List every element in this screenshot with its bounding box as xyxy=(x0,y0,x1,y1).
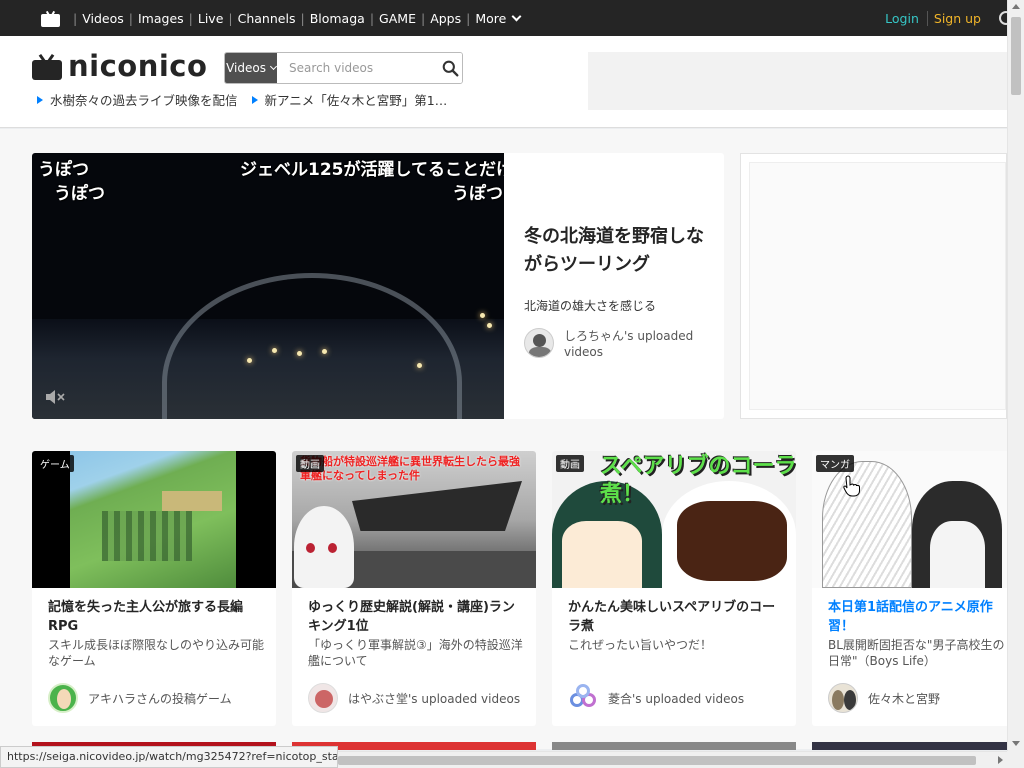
search-bar: Videos xyxy=(224,52,463,84)
card-description: スキル成長ほぼ際限なしのやり込み可能なゲーム xyxy=(48,638,265,668)
notice-text: 水樹奈々の過去ライブ映像を配信 xyxy=(50,93,238,108)
card-uploader[interactable]: 佐々木と宮野 xyxy=(828,683,940,713)
card-uploader[interactable]: アキハラさんの投稿ゲーム xyxy=(48,683,232,713)
notice-text: 新アニメ「佐々木と宮野」第1… xyxy=(264,93,448,108)
content-card[interactable]: マンガ 本日第1話配信のアニメ原作習！ BL展開断固拒否な"男子高校生の日常"（… xyxy=(812,451,1007,726)
notice-list: 水樹奈々の過去ライブ映像を配信 新アニメ「佐々木と宮野」第1… xyxy=(37,90,447,109)
arrow-right-icon xyxy=(251,95,258,104)
global-nav: | Videos | Images | Live | Channels | Bl… xyxy=(0,0,1013,36)
danmaku-comment: うぽつ xyxy=(38,160,89,180)
search-type-label: Videos xyxy=(226,61,266,75)
nav-link-blomaga[interactable]: Blomaga xyxy=(305,11,370,26)
nav-more-menu[interactable]: More xyxy=(470,10,522,26)
category-badge: 動画 xyxy=(296,455,324,472)
thumbnail-caption: 貨物船が特設巡洋艦に異世界転生したら最強軍艦になってしまった件 xyxy=(300,455,520,482)
arrow-right-icon xyxy=(37,95,43,104)
avatar xyxy=(524,328,554,358)
search-input[interactable] xyxy=(277,53,440,83)
site-header: niconico Videos 水樹奈々の過去ライブ映像を配信 新アニメ「佐々木… xyxy=(0,36,1007,128)
category-badge: ゲーム xyxy=(36,455,74,472)
danmaku-comment: ジェベル125が活躍してることだけ xyxy=(240,160,504,180)
scroll-right-icon[interactable] xyxy=(998,756,1003,764)
card-thumbnail[interactable]: ゲーム xyxy=(32,451,276,588)
chevron-down-icon xyxy=(511,11,522,21)
search-icon xyxy=(442,60,459,76)
content-card[interactable]: 貨物船が特設巡洋艦に異世界転生したら最強軍艦になってしまった件 動画 ゆっくり歴… xyxy=(292,451,536,726)
signup-link[interactable]: Sign up xyxy=(926,10,989,26)
hand-cursor-icon xyxy=(843,475,860,497)
featured-description: 北海道の雄大さを感じる xyxy=(524,299,657,313)
niconico-tv-icon[interactable] xyxy=(41,10,61,27)
scrollbar-thumb[interactable] xyxy=(338,756,976,765)
avatar xyxy=(828,683,858,713)
thumbnail-caption: スペアリブのコーラ煮！ xyxy=(600,454,796,507)
nav-link-channels[interactable]: Channels xyxy=(233,11,301,26)
chevron-down-icon xyxy=(269,62,277,71)
card-thumbnail-peek[interactable] xyxy=(552,742,796,750)
danmaku-comment: うぽつ xyxy=(452,184,503,204)
site-logo[interactable]: niconico xyxy=(32,52,207,81)
card-description: これぜったい旨いやつだ！ xyxy=(568,638,713,652)
category-badge: マンガ xyxy=(816,455,854,472)
scroll-up-icon[interactable] xyxy=(1012,4,1020,9)
card-thumbnail[interactable]: マンガ xyxy=(812,451,1007,588)
brand-name: niconico xyxy=(68,49,208,83)
notice-item[interactable]: 新アニメ「佐々木と宮野」第1… xyxy=(251,90,448,109)
mute-icon[interactable] xyxy=(44,389,66,405)
card-thumbnail-peek[interactable] xyxy=(812,742,1007,750)
featured-uploader[interactable]: しろちゃん's uploaded videos xyxy=(524,328,714,360)
nav-more-label: More xyxy=(475,10,507,26)
category-badge: 動画 xyxy=(556,455,584,472)
uploader-name: しろちゃん's uploaded videos xyxy=(564,329,694,359)
nav-link-images[interactable]: Images xyxy=(133,11,189,26)
vertical-scrollbar[interactable] xyxy=(1007,0,1024,751)
content-card[interactable]: ゲーム 記憶を失った主人公が旅する長編RPG スキル成長ほぼ際限なしのやり込み可… xyxy=(32,451,276,726)
nav-link-apps[interactable]: Apps xyxy=(425,11,466,26)
search-button[interactable] xyxy=(439,53,462,83)
featured-info: 冬の北海道を野宿しながらツーリング 北海道の雄大さを感じる しろちゃん's up… xyxy=(524,223,714,360)
nav-links: | Videos | Images | Live | Channels | Bl… xyxy=(73,10,522,26)
card-title[interactable]: 記憶を失った主人公が旅する長編RPG xyxy=(48,598,266,636)
login-link[interactable]: Login xyxy=(877,11,927,26)
danmaku-comment: うぽつ xyxy=(54,184,105,204)
uploader-name: アキハラさんの投稿ゲーム xyxy=(88,691,232,706)
card-description: BL展開断固拒否な"男子高校生の日常"（Boys Life） xyxy=(828,638,1005,668)
card-title[interactable]: 本日第1話配信のアニメ原作習！ xyxy=(828,598,1007,636)
avatar xyxy=(48,683,78,713)
tv-logo-icon xyxy=(32,53,62,80)
side-ad-banner[interactable] xyxy=(740,153,1007,419)
nav-link-live[interactable]: Live xyxy=(193,11,229,26)
header-ad-banner[interactable] xyxy=(588,52,1007,110)
card-uploader[interactable]: 菱合's uploaded videos xyxy=(568,683,744,713)
scroll-down-icon[interactable] xyxy=(1012,741,1020,746)
featured-title[interactable]: 冬の北海道を野宿しながらツーリング xyxy=(524,223,714,279)
card-thumbnail[interactable]: スペアリブのコーラ煮！ 動画 xyxy=(552,451,796,588)
uploader-name: はやぶさ堂's uploaded videos xyxy=(348,691,521,706)
featured-video[interactable]: うぽつ うぽつ ジェベル125が活躍してることだけ うぽつ 冬の北海道を野宿しな… xyxy=(32,153,724,419)
nav-link-videos[interactable]: Videos xyxy=(77,11,129,26)
card-thumbnail[interactable]: 貨物船が特設巡洋艦に異世界転生したら最強軍艦になってしまった件 動画 xyxy=(292,451,536,588)
card-uploader[interactable]: はやぶさ堂's uploaded videos xyxy=(308,683,520,713)
notice-item[interactable]: 水樹奈々の過去ライブ映像を配信 xyxy=(37,90,238,109)
search-type-select[interactable]: Videos xyxy=(225,53,278,83)
scrollbar-thumb[interactable] xyxy=(1011,17,1021,95)
uploader-name: 佐々木と宮野 xyxy=(868,691,941,706)
avatar xyxy=(568,683,598,713)
card-title[interactable]: かんたん美味しいスペアリブのコーラ煮 xyxy=(568,598,786,636)
video-player[interactable]: うぽつ うぽつ ジェベル125が活躍してることだけ うぽつ xyxy=(32,153,504,419)
card-description: 「ゆっくり軍事解説③」海外の特設巡洋艦について xyxy=(308,638,523,668)
card-title[interactable]: ゆっくり歴史解説(解説・講座)ランキング1位 xyxy=(308,598,526,636)
uploader-name: 菱合's uploaded videos xyxy=(608,691,745,706)
nav-link-game[interactable]: GAME xyxy=(374,11,421,26)
status-bar-url: https://seiga.nicovideo.jp/watch/mg32547… xyxy=(0,746,338,768)
content-card[interactable]: スペアリブのコーラ煮！ 動画 かんたん美味しいスペアリブのコーラ煮 これぜったい… xyxy=(552,451,796,726)
avatar xyxy=(308,683,338,713)
